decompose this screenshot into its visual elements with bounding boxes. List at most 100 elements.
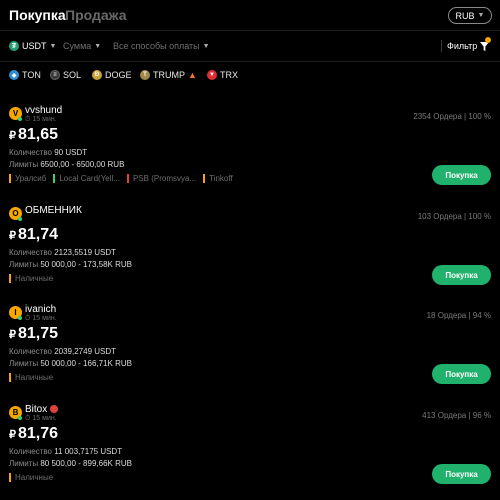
coin-strip: ◆ TON ≡ SOL Ð DOGE T TRUMP ▲ ▼ TRX	[0, 70, 500, 84]
merchant-name[interactable]: ivanich	[25, 304, 56, 315]
listing-card: О ОБМЕННИК 103 Ордера | 100 % ₽81,74 Кол…	[0, 205, 500, 303]
filter-bar: ₮ USDT ▼ Сумма ▼ Все способы оплаты ▼	[0, 38, 500, 54]
limits: Лимиты 50 000,00 - 173,58K RUB	[9, 260, 132, 269]
order-stats: 103 Ордера | 100 %	[417, 212, 491, 221]
coin-label: TON	[22, 70, 41, 80]
coin-trump[interactable]: T TRUMP ▲	[140, 70, 197, 80]
coin-label: TRUMP	[153, 70, 185, 80]
online-indicator	[18, 316, 22, 320]
ton-icon: ◆	[9, 70, 19, 80]
trx-icon: ▼	[207, 70, 217, 80]
badge-icon	[50, 405, 59, 414]
price: ₽81,76	[9, 425, 58, 443]
ruble-icon: ₽	[9, 329, 16, 341]
filter-button[interactable]: Фильтр	[447, 41, 490, 51]
limit-label: Лимиты	[9, 359, 39, 368]
asset-label: USDT	[22, 41, 47, 51]
qty-value: 2039,2749 USDT	[54, 347, 117, 356]
filter-label: Фильтр	[447, 41, 478, 51]
limit-value: 50 000,00 - 166,71K RUB	[40, 359, 132, 368]
currency-label: RUB	[455, 10, 475, 21]
merchant-name[interactable]: Bitox	[25, 404, 59, 415]
limits: Лимиты 50 000,00 - 166,71K RUB	[9, 359, 132, 368]
quantity: Количество 2039,2749 USDT	[9, 347, 116, 356]
qty-label: Количество	[9, 347, 52, 356]
price: ₽81,75	[9, 325, 58, 343]
coin-doge[interactable]: Ð DOGE	[92, 70, 132, 80]
online-indicator	[18, 416, 22, 420]
qty-value: 90 USDT	[54, 148, 88, 157]
price-value: 81,75	[18, 325, 59, 342]
payment-methods: Наличные	[9, 373, 53, 382]
chevron-down-icon: ▼	[49, 42, 57, 50]
order-stats: 18 Ордера | 94 %	[426, 311, 491, 320]
amount-filter[interactable]: Сумма ▼	[63, 41, 101, 51]
coin-label: TRX	[220, 70, 238, 80]
payment-method: Наличные	[9, 473, 53, 482]
limit-value: 50 000,00 - 173,58K RUB	[40, 260, 132, 269]
chevron-down-icon: ▼	[94, 42, 102, 50]
asset-selector[interactable]: ₮ USDT ▼	[9, 41, 56, 51]
buy-button[interactable]: Покупка	[432, 165, 491, 185]
payment-filter[interactable]: Все способы оплаты ▼	[113, 41, 210, 51]
response-time: ⏱ 15 мин.	[25, 116, 57, 123]
limit-label: Лимиты	[9, 459, 39, 468]
buy-button[interactable]: Покупка	[432, 265, 491, 285]
payment-method: Наличные	[9, 373, 53, 382]
divider	[441, 40, 442, 52]
limit-label: Лимиты	[9, 260, 39, 269]
ruble-icon: ₽	[9, 429, 16, 441]
ruble-icon: ₽	[9, 230, 16, 242]
doge-icon: Ð	[92, 70, 102, 80]
usdt-icon: ₮	[9, 41, 19, 51]
payment-methods: Наличные	[9, 274, 53, 283]
price-value: 81,76	[18, 425, 59, 442]
price-value: 81,74	[18, 226, 59, 243]
payment-method: Уралсиб	[9, 174, 46, 183]
listing-card: B Bitox ⏱ 15 мин. 413 Ордера | 96 % ₽81,…	[0, 404, 500, 500]
price: ₽81,65	[9, 126, 58, 144]
qty-label: Количество	[9, 148, 52, 157]
qty-value: 11 003,7175 USDT	[54, 447, 123, 456]
amount-label: Сумма	[63, 41, 92, 51]
payment-methods: Уралсиб Local Card(Yell... PSB (Promsvya…	[9, 174, 233, 183]
order-stats: 413 Ордера | 96 %	[422, 411, 491, 420]
payment-method: PSB (Promsvya...	[126, 174, 196, 183]
buy-button[interactable]: Покупка	[432, 464, 491, 484]
merchant-name[interactable]: vvshund	[25, 105, 62, 116]
listing-card: V vvshund ⏱ 15 мин. 2354 Ордера | 100 % …	[0, 105, 500, 203]
payment-methods: Наличные	[9, 473, 53, 482]
fire-icon: ▲	[188, 70, 197, 80]
online-indicator	[18, 117, 22, 121]
buy-button[interactable]: Покупка	[432, 364, 491, 384]
limit-value: 80 500,00 - 899,66K RUB	[40, 459, 132, 468]
limits: Лимиты 80 500,00 - 899,66K RUB	[9, 459, 132, 468]
response-time: ⏱ 15 мин.	[25, 315, 57, 322]
response-time: ⏱ 15 мин.	[25, 415, 57, 422]
trump-icon: T	[140, 70, 150, 80]
limit-label: Лимиты	[9, 160, 39, 169]
coin-label: DOGE	[105, 70, 132, 80]
sol-icon: ≡	[50, 70, 60, 80]
limits: Лимиты 6500,00 - 6500,00 RUB	[9, 160, 124, 169]
payment-label: Все способы оплаты	[113, 41, 200, 51]
chevron-down-icon: ▼	[477, 12, 485, 19]
currency-selector[interactable]: RUB ▼	[448, 7, 492, 24]
top-bar: Покупка Продажа RUB ▼	[0, 0, 500, 30]
tab-sell[interactable]: Продажа	[65, 7, 127, 23]
merchant-name[interactable]: ОБМЕННИК	[25, 205, 82, 216]
qty-label: Количество	[9, 248, 52, 257]
limit-value: 6500,00 - 6500,00 RUB	[40, 160, 125, 169]
tab-buy[interactable]: Покупка	[9, 7, 66, 23]
qty-value: 2123,5519 USDT	[54, 248, 117, 257]
payment-method: Tinkoff	[203, 174, 233, 183]
quantity: Количество 11 003,7175 USDT	[9, 447, 122, 456]
qty-label: Количество	[9, 447, 52, 456]
coin-trx[interactable]: ▼ TRX	[207, 70, 238, 80]
quantity: Количество 2123,5519 USDT	[9, 248, 116, 257]
coin-ton[interactable]: ◆ TON	[9, 70, 41, 80]
divider	[0, 30, 500, 31]
coin-sol[interactable]: ≡ SOL	[50, 70, 81, 80]
order-stats: 2354 Ордера | 100 %	[413, 112, 491, 121]
payment-method: Наличные	[9, 274, 53, 283]
